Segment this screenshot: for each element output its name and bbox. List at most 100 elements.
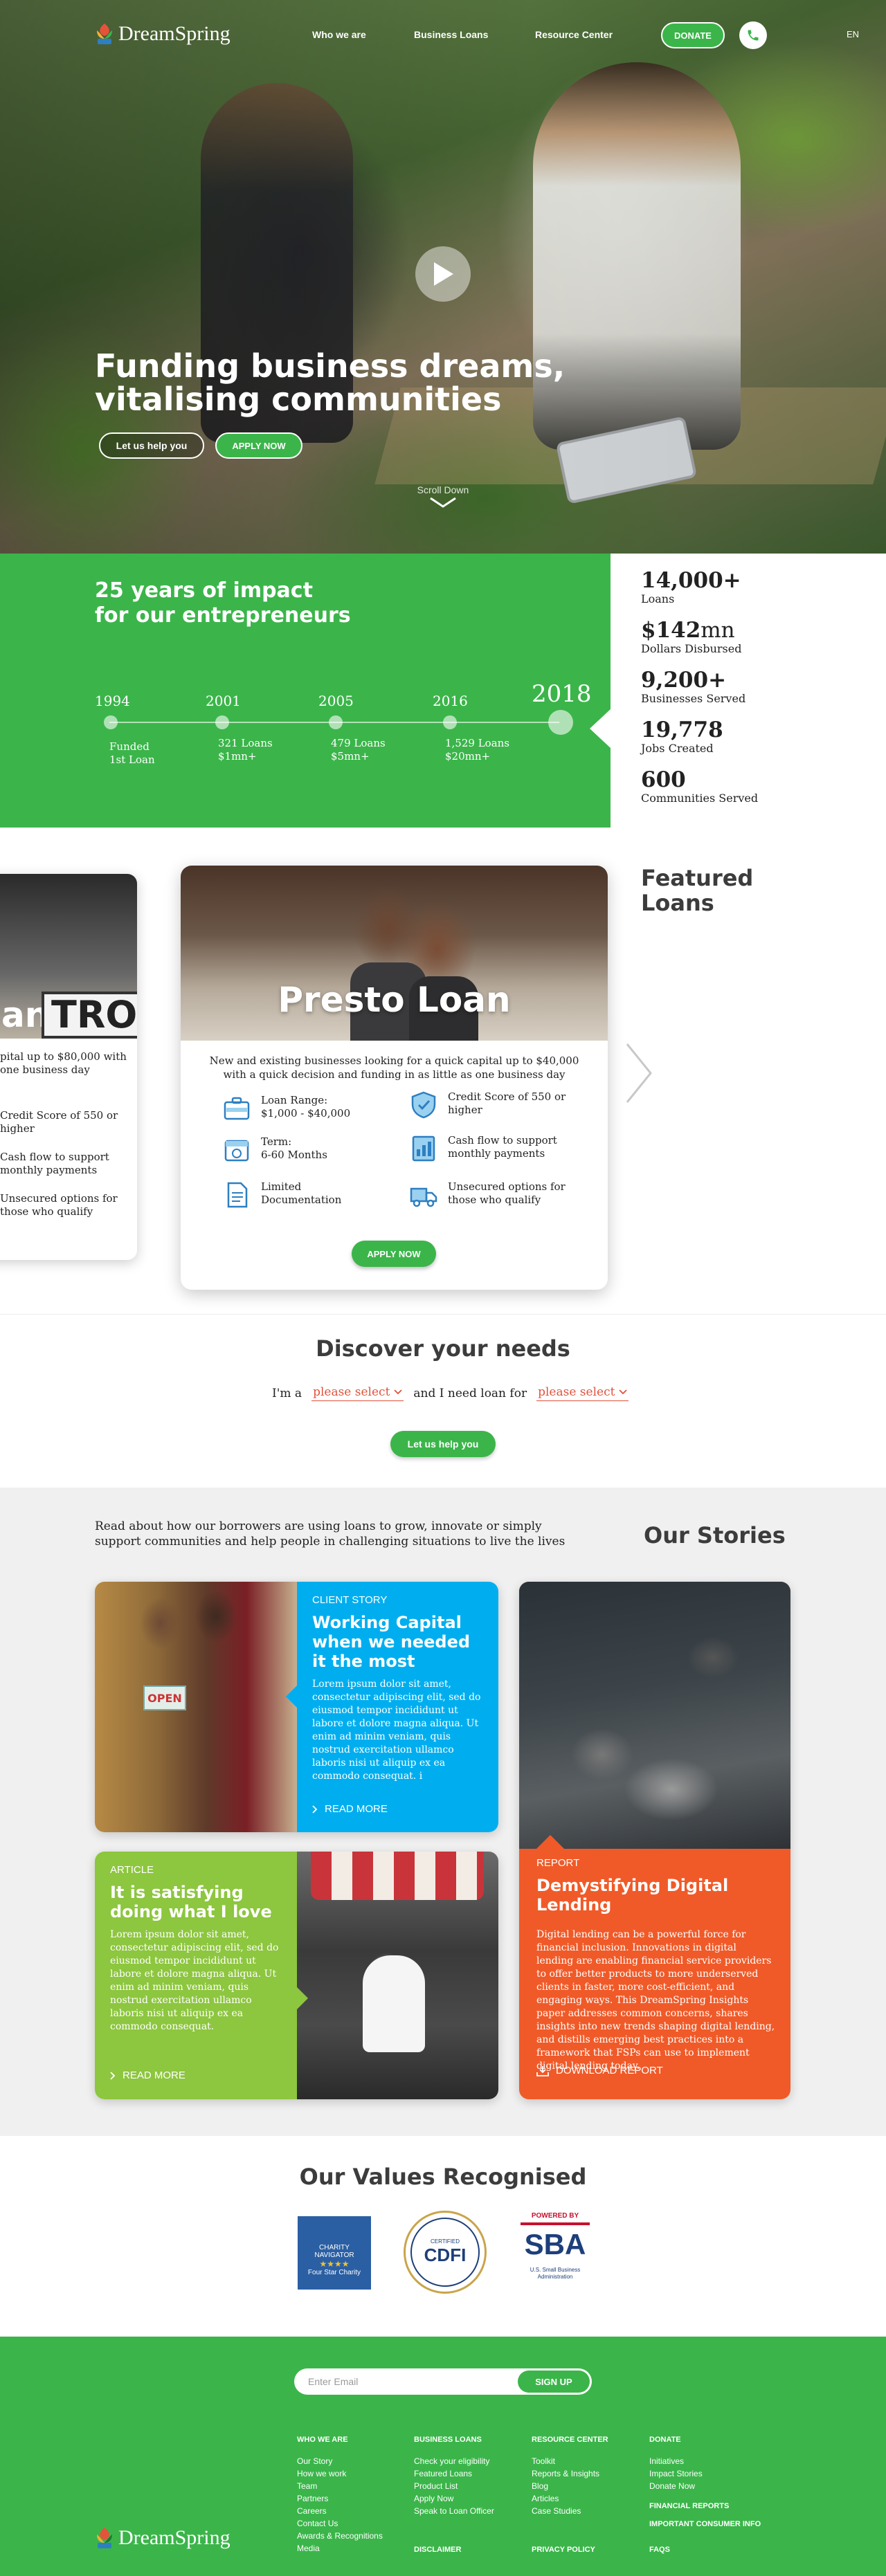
footer-link[interactable]: Team: [297, 2480, 383, 2492]
footer-link[interactable]: Media: [297, 2542, 383, 2555]
scroll-down-link[interactable]: Scroll Down: [395, 484, 491, 509]
hero-title: Funding business dreams, vitalising comm…: [95, 349, 621, 416]
footer-link[interactable]: Articles: [532, 2492, 608, 2505]
story-title: Working Capital when we needed it the mo…: [312, 1613, 471, 1671]
loan-feature-docs: Limited Documentation: [222, 1180, 341, 1209]
discover-title: Discover your needs: [316, 1335, 570, 1362]
badge-line: POWERED BY: [531, 2212, 579, 2220]
hero-help-button[interactable]: Let us help you: [99, 432, 204, 459]
feature-line: those who qualify: [448, 1194, 541, 1206]
stats-panel-notch: [590, 709, 611, 748]
badge-logo: CDFI: [424, 2245, 467, 2265]
timeline-dot[interactable]: [443, 715, 457, 729]
story-title: Demystifying Digital Lending: [536, 1876, 729, 1915]
presto-apply-button[interactable]: APPLY NOW: [352, 1241, 436, 1267]
stat-communities: 600 Communities Served: [641, 768, 758, 805]
story-panel: Article It is satisfying doing what I lo…: [95, 1852, 308, 2099]
phone-button[interactable]: [739, 21, 767, 49]
loan-purpose-select[interactable]: please select: [536, 1385, 629, 1401]
story-image: OPEN: [95, 1582, 297, 1832]
story-body: Digital lending can be a powerful force …: [536, 1929, 775, 2072]
timeline-dot-current[interactable]: [548, 710, 573, 735]
footer-link[interactable]: Partners: [297, 2492, 383, 2505]
store-sign: TRO: [42, 992, 137, 1039]
story-title: It is satisfying doing what I love: [110, 1883, 272, 1921]
footer-link[interactable]: Contact Us: [297, 2517, 383, 2530]
story-card-article[interactable]: Article It is satisfying doing what I lo…: [95, 1852, 498, 2099]
footer-link[interactable]: Reports & Insights: [532, 2467, 608, 2480]
story-card-report[interactable]: Report Demystifying Digital Lending Digi…: [519, 1582, 790, 2099]
timeline-milestone: 1,529 Loans $20mn+: [445, 737, 509, 763]
timeline-dot[interactable]: [104, 715, 118, 729]
footer-link[interactable]: Donate Now: [649, 2480, 761, 2492]
footer-privacy-link[interactable]: PRIVACY POLICY: [532, 2546, 595, 2554]
nav-business-loans[interactable]: Business Loans: [414, 29, 488, 40]
feature-line: Term:: [261, 1135, 292, 1148]
hero-apply-button[interactable]: APPLY NOW: [215, 432, 302, 459]
video-play-button[interactable]: [415, 246, 471, 302]
language-switch[interactable]: EN: [847, 29, 859, 39]
milestone-line2: $1mn+: [218, 750, 257, 762]
carousel-next-arrow-icon[interactable]: [622, 1039, 656, 1108]
timeline-dot[interactable]: [329, 715, 343, 729]
stories-intro: Read about how our borrowers are using l…: [95, 1519, 566, 1549]
briefcase-icon: [224, 1097, 250, 1120]
footer-link-consumer-info[interactable]: IMPORTANT CONSUMER INFO: [649, 2520, 761, 2528]
read-more-link[interactable]: READ MORE: [312, 1803, 388, 1815]
footer-link[interactable]: Initiatives: [649, 2455, 761, 2467]
timeline-dot[interactable]: [215, 715, 229, 729]
footer-link[interactable]: Awards & Recognitions: [297, 2530, 383, 2542]
footer-link[interactable]: Blog: [532, 2480, 608, 2492]
footer-disclaimer-link[interactable]: DISCLAIMER: [414, 2546, 461, 2554]
main-nav: DreamSpring Who we are Business Loans Re…: [0, 0, 886, 72]
timeline-milestone: 321 Loans $1mn+: [218, 737, 273, 763]
stories-title: Our Stories: [644, 1522, 786, 1549]
footer-link[interactable]: Featured Loans: [414, 2467, 494, 2480]
timeline-milestone: 479 Loans $5mn+: [331, 737, 386, 763]
footer-faqs-link[interactable]: FAQS: [649, 2546, 670, 2554]
footer-link[interactable]: How we work: [297, 2467, 383, 2480]
chevron-down-icon: [430, 497, 456, 508]
chevron-down-icon: [619, 1389, 628, 1395]
charity-navigator-badge[interactable]: CHARITY NAVIGATOR ★★★★ Four Star Charity: [298, 2216, 371, 2290]
footer-link[interactable]: Toolkit: [532, 2455, 608, 2467]
footer-link[interactable]: Apply Now: [414, 2492, 494, 2505]
footer-logo[interactable]: DreamSpring: [95, 2526, 230, 2550]
download-report-link[interactable]: DOWNLOAD REPORT: [536, 2065, 663, 2076]
footer-link[interactable]: Impact Stories: [649, 2467, 761, 2480]
nav-resource-center[interactable]: Resource Center: [535, 29, 613, 40]
title-line: Featured: [641, 865, 754, 891]
truck-icon: [410, 1187, 437, 1207]
cdfi-badge[interactable]: CERTIFIED CDFI: [404, 2211, 487, 2294]
signup-button[interactable]: SIGN UP: [518, 2371, 590, 2393]
discover-help-button[interactable]: Let us help you: [390, 1431, 496, 1457]
open-sign: OPEN: [143, 1686, 186, 1710]
stat-unit: mn: [700, 618, 735, 643]
footer-link[interactable]: Our Story: [297, 2455, 383, 2467]
footer-link[interactable]: Check your eligibility: [414, 2455, 494, 2467]
footer-col-who-we-are: WHO WE ARE Our Story How we work Team Pa…: [297, 2436, 383, 2555]
footer-link[interactable]: Case Studies: [532, 2505, 608, 2517]
donate-button[interactable]: DONATE: [661, 22, 725, 48]
loan-card-previous[interactable]: an TRO pital up to $80,000 with one busi…: [0, 874, 137, 1260]
email-input[interactable]: [308, 2368, 502, 2395]
footer-link-financial-reports[interactable]: FINANCIAL REPORTS: [649, 2502, 761, 2510]
story-card-client[interactable]: OPEN Client Story Working Capital when w…: [95, 1582, 498, 1832]
footer-link[interactable]: Careers: [297, 2505, 383, 2517]
nav-who-we-are[interactable]: Who we are: [312, 29, 366, 40]
story-panel: Report Demystifying Digital Lending Digi…: [536, 1857, 775, 2073]
footer-link[interactable]: Speak to Loan Officer: [414, 2505, 494, 2517]
phone-icon: [748, 30, 759, 41]
badge-line: Four Star Charity: [307, 2269, 361, 2276]
role-select[interactable]: please select: [311, 1385, 404, 1401]
footer-link[interactable]: Product List: [414, 2480, 494, 2492]
read-more-link[interactable]: READ MORE: [110, 2070, 186, 2081]
story-panel: Client Story Working Capital when we nee…: [286, 1582, 498, 1832]
discover-section: Discover your needs I'm a please select …: [0, 1314, 886, 1488]
needs-middle: and I need loan for: [413, 1386, 527, 1400]
logo[interactable]: DreamSpring: [95, 22, 230, 46]
timeline-year: 2016: [433, 693, 468, 709]
loan-card-desc: pital up to $80,000 with one business da…: [0, 1050, 137, 1077]
sba-badge[interactable]: POWERED BY SBA U.S. Small Business Admin…: [517, 2212, 593, 2295]
stat-value: 14,000+: [641, 568, 741, 593]
